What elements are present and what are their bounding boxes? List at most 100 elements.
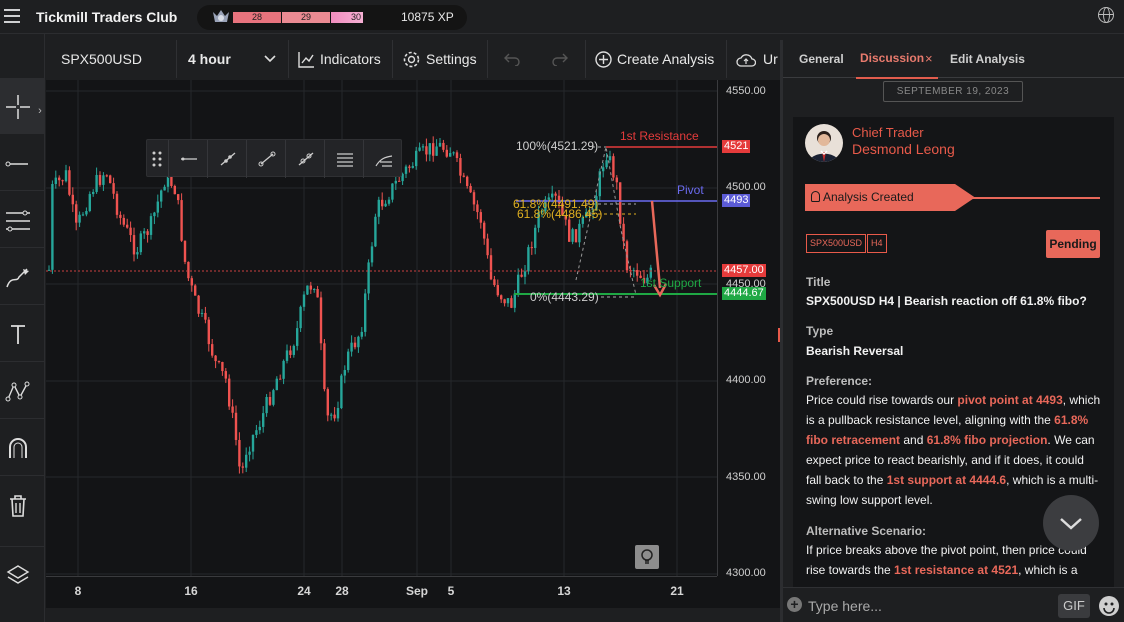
symbol-selector[interactable]: SPX500USD	[61, 40, 142, 78]
title-label: Title	[806, 275, 831, 289]
time-tick: Sep	[405, 584, 429, 598]
settings-button[interactable]: Settings	[426, 40, 477, 78]
alternative-label: Alternative Scenario:	[806, 524, 927, 538]
upload-button[interactable]: Ur	[763, 40, 780, 78]
channel-tool[interactable]	[0, 192, 44, 248]
time-tick: 13	[557, 584, 571, 598]
chevron-down-icon[interactable]	[264, 55, 276, 63]
banner-line	[963, 197, 1100, 199]
time-tick: 21	[670, 584, 684, 598]
draw-hline-button[interactable]	[168, 140, 207, 178]
horizontal-ray-icon	[5, 161, 28, 167]
banner-text: Analysis Created	[823, 190, 914, 204]
resistance-price-marker: 4521	[722, 140, 751, 153]
close-tab-icon[interactable]: ×	[925, 51, 933, 66]
draw-ray-button[interactable]	[285, 140, 324, 178]
author-role: Chief Trader	[852, 125, 924, 140]
ray-icon	[298, 152, 314, 166]
undo-icon[interactable]	[504, 52, 520, 66]
segment-icon	[258, 151, 276, 167]
price-tick: 4350.00	[726, 471, 766, 483]
line-tool[interactable]	[0, 135, 44, 191]
support-price-marker: 4444.67	[722, 287, 766, 300]
magnet-tool[interactable]	[0, 420, 44, 476]
timeframe-selector[interactable]: 4 hour	[188, 40, 231, 78]
fib-0-label: 0%(4443.29)	[530, 290, 599, 304]
panel-tabs: General Discussion × Edit Analysis	[783, 34, 1124, 79]
scroll-down-button[interactable]	[1043, 495, 1099, 551]
time-axis[interactable]: 8 16 24 28 Sep 5 13 21	[46, 576, 717, 608]
delete-tool[interactable]	[0, 477, 44, 533]
price-axis[interactable]: 4550.00 4500.00 4450.00 4400.00 4350.00 …	[717, 80, 780, 579]
pivot-price-marker: 4493	[722, 194, 751, 207]
gif-button[interactable]: GIF	[1058, 594, 1090, 618]
comment-input-bar: + Type here... GIF	[783, 587, 1124, 622]
text-tool[interactable]	[0, 306, 44, 362]
expand-arrow-icon[interactable]: ›	[35, 96, 45, 126]
tab-discussion[interactable]: Discussion	[860, 51, 924, 65]
emoji-icon[interactable]	[1099, 596, 1119, 616]
layers-icon	[6, 565, 30, 584]
chart-toolbar: SPX500USD 4 hour Indicators Settings Cre…	[46, 40, 780, 78]
parallel-lines-icon	[6, 210, 30, 232]
menu-icon[interactable]	[4, 9, 20, 23]
level-29: 29	[282, 12, 330, 23]
draw-fib-button[interactable]	[324, 140, 363, 178]
level-28: 28	[233, 12, 281, 23]
lightbulb-icon	[811, 191, 820, 202]
symbol-tag: SPX500USD	[806, 234, 867, 253]
time-tick: 16	[184, 584, 198, 598]
time-tick: 24	[297, 584, 311, 598]
type-value: Bearish Reversal	[806, 344, 904, 358]
preference-text: Price could rise towards our pivot point…	[806, 393, 1101, 507]
add-attachment-icon[interactable]: +	[787, 597, 802, 612]
draw-trendline-button[interactable]	[207, 140, 246, 178]
add-circle-icon	[595, 51, 612, 68]
fib-618-projection-label: 61.8%(4486.45)	[517, 207, 603, 221]
draw-segment-button[interactable]	[246, 140, 285, 178]
resistance-label: 1st Resistance	[620, 129, 699, 143]
comment-input[interactable]: Type here...	[808, 598, 882, 614]
brush-tool[interactable]	[0, 249, 44, 305]
timeframe-tag: H4	[867, 234, 887, 253]
fib-extension-icon	[375, 155, 393, 167]
time-tick: 28	[335, 584, 349, 598]
trash-icon	[10, 495, 26, 517]
layers-tool[interactable]	[0, 546, 44, 602]
status-badge: Pending	[1046, 230, 1100, 258]
preference-label: Preference:	[806, 374, 873, 388]
crosshair-icon	[6, 95, 30, 119]
indicators-button[interactable]: Indicators	[320, 40, 381, 78]
globe-icon[interactable]	[1098, 7, 1114, 23]
settings-gear-icon	[403, 51, 420, 68]
price-tick: 4500.00	[726, 181, 766, 193]
fib-100-label: 100%(4521.29)	[516, 139, 599, 153]
current-price-marker: 4457.00	[722, 264, 766, 277]
active-tab-underline	[856, 77, 938, 79]
idea-bulb-icon[interactable]	[635, 545, 659, 569]
redo-icon[interactable]	[552, 52, 568, 66]
level-30: 30	[331, 12, 363, 23]
cloud-upload-icon	[736, 54, 756, 67]
analysis-created-banner: Analysis Created	[805, 184, 975, 211]
author-name[interactable]: Desmond Leong	[852, 141, 955, 157]
xp-count: 10875 XP	[401, 10, 454, 24]
draw-fib-extension-button[interactable]	[363, 140, 402, 178]
time-tick: 8	[74, 584, 82, 598]
date-divider: SEPTEMBER 19, 2023	[883, 81, 1023, 102]
title-value: SPX500USD H4 | Bearish reaction off 61.8…	[806, 294, 1087, 308]
support-label: 1st Support	[640, 276, 702, 290]
type-label: Type	[806, 324, 834, 338]
price-tick: 4550.00	[726, 85, 766, 97]
horizontal-line-icon	[181, 157, 197, 161]
tab-general[interactable]: General	[799, 52, 844, 66]
drag-handle-icon[interactable]	[152, 151, 162, 167]
price-tick: 4300.00	[726, 567, 766, 579]
create-analysis-button[interactable]: Create Analysis	[617, 40, 714, 78]
avatar[interactable]	[805, 124, 843, 162]
app-title: Tickmill Traders Club	[36, 9, 178, 25]
fib-retracement-icon	[337, 153, 353, 167]
pattern-tool[interactable]	[0, 363, 44, 419]
indicators-icon	[298, 52, 314, 68]
tab-edit-analysis[interactable]: Edit Analysis	[950, 52, 1025, 66]
